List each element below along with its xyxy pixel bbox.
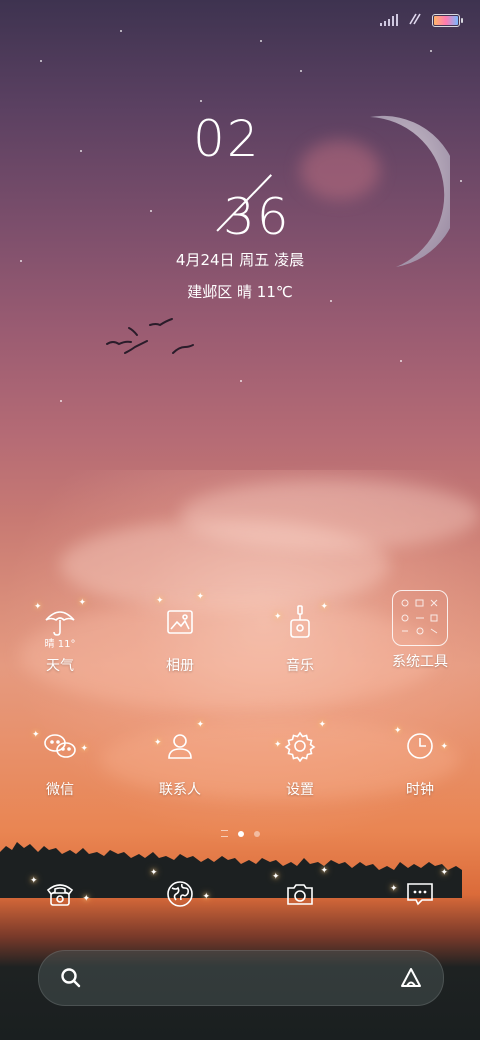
battery-icon [432, 13, 463, 27]
app-grid-row-2: ✦ ✦ 微信 ✦ ✦ 联系人 ✦ ✦ 设置 ✦ ✦ 时钟 [0, 720, 480, 799]
weather-text: 建邺区 晴 11℃ [187, 283, 293, 301]
umbrella-weather-icon: ✦ ✦ 晴 11° [34, 598, 86, 650]
date-text: 4月24日 周五 凌晨 [175, 251, 305, 269]
app-clock[interactable]: ✦ ✦ 时钟 [365, 722, 475, 799]
search-input[interactable] [95, 963, 389, 995]
cloud [180, 480, 480, 550]
lockscreen-clock[interactable]: 02 36 [185, 110, 295, 246]
app-gallery[interactable]: ✦ ✦ 相册 [125, 592, 235, 675]
app-label: 相册 [166, 658, 194, 674]
search-bar[interactable] [38, 950, 444, 1006]
clock-icon: ✦ ✦ [394, 722, 448, 770]
assistant-icon[interactable] [399, 966, 423, 994]
signal-bars-icon [380, 11, 398, 30]
contacts-icon: ✦ ✦ [154, 720, 204, 770]
app-wechat[interactable]: ✦ ✦ 微信 [5, 722, 115, 799]
app-grid-row-1: ✦ ✦ 晴 11° 天气 ✦ ✦ 相册 ✦ ✦ 音乐 系统工具 [0, 590, 480, 675]
messages-icon[interactable]: ✦ ✦ [390, 868, 448, 918]
browser-globe-icon[interactable]: ✦ ✦ [150, 868, 210, 918]
clock-hours: 02 [193, 110, 261, 168]
app-label: 音乐 [286, 658, 314, 674]
phone-icon[interactable]: ✦ ✦ [30, 870, 90, 918]
page-dot-menu[interactable] [220, 830, 228, 837]
page-dot-current[interactable] [237, 830, 244, 837]
app-label: 时钟 [406, 782, 434, 798]
app-label: 联系人 [159, 782, 201, 798]
app-contacts[interactable]: ✦ ✦ 联系人 [125, 720, 235, 799]
app-music[interactable]: ✦ ✦ 音乐 [245, 598, 355, 675]
camera-icon[interactable]: ✦ ✦ [272, 866, 328, 918]
folder-system-tools-icon [392, 590, 448, 646]
folder-system-tools[interactable]: 系统工具 [365, 590, 475, 675]
app-label: 设置 [286, 782, 314, 798]
status-bar [380, 8, 463, 32]
app-label: 系统工具 [392, 654, 448, 670]
app-label: 天气 [46, 658, 74, 674]
data-icon [408, 11, 422, 30]
search-icon[interactable] [59, 966, 83, 994]
weather-badge: 晴 11° [44, 639, 76, 650]
moon-icon [350, 112, 460, 272]
dock: ✦ ✦ ✦ ✦ ✦ ✦ ✦ ✦ [0, 866, 480, 918]
photo-album-icon: ✦ ✦ [156, 592, 204, 646]
birds-decoration [105, 315, 200, 365]
app-label: 微信 [46, 782, 74, 798]
settings-gear-icon: ✦ ✦ [274, 720, 326, 770]
music-guitar-icon: ✦ ✦ [274, 598, 328, 646]
page-dot[interactable] [253, 830, 260, 837]
app-weather[interactable]: ✦ ✦ 晴 11° 天气 [5, 598, 115, 675]
wechat-icon: ✦ ✦ [32, 722, 88, 770]
app-settings[interactable]: ✦ ✦ 设置 [245, 720, 355, 799]
clock-minutes: 36 [223, 188, 291, 246]
page-indicator[interactable] [0, 830, 480, 837]
